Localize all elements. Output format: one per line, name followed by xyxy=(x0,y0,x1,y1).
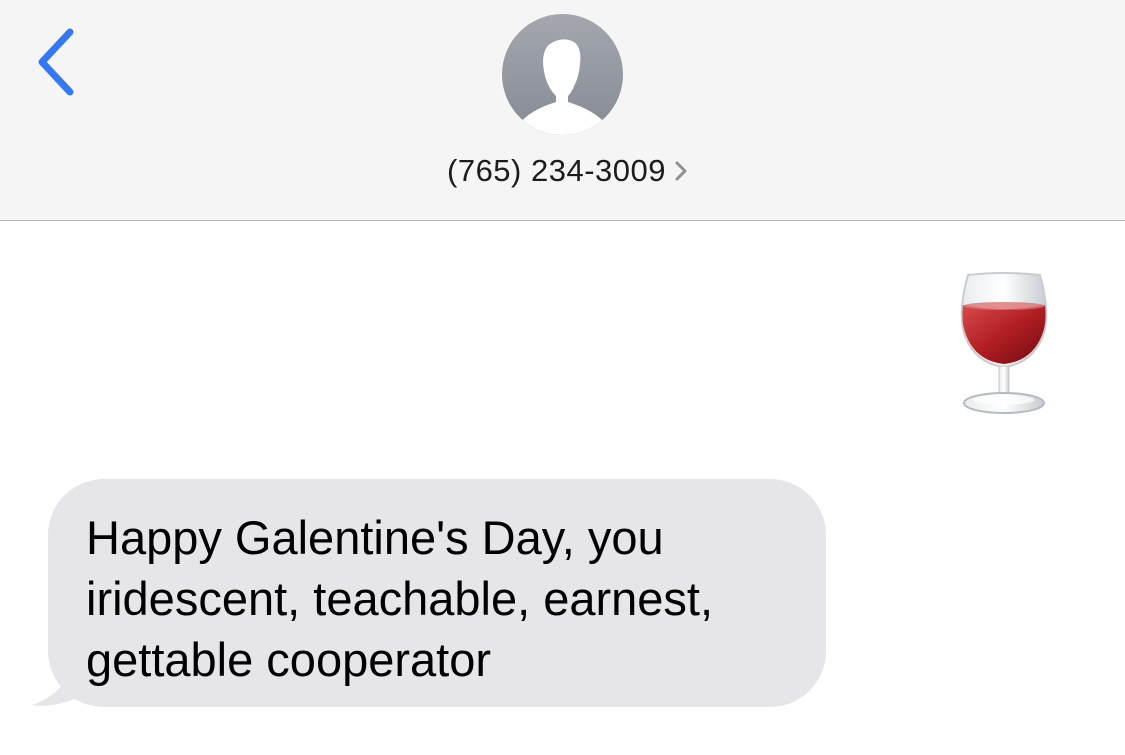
message-text-line: gettable cooperator xyxy=(86,633,492,686)
avatar[interactable] xyxy=(502,14,623,135)
incoming-message-bubble[interactable]: Happy Galentine's Day, you iridescent, t… xyxy=(48,479,826,707)
outgoing-emoji-message[interactable] xyxy=(958,271,1050,421)
chevron-left-icon xyxy=(38,28,74,96)
message-thread: Happy Galentine's Day, you iridescent, t… xyxy=(0,221,1125,755)
message-text-line: Happy Galentine's Day, you xyxy=(86,511,664,564)
chevron-right-icon xyxy=(675,161,687,181)
contact-details-link[interactable]: (765) 234-3009 xyxy=(0,148,1125,194)
back-button[interactable] xyxy=(26,22,86,102)
person-silhouette-icon xyxy=(519,39,606,135)
message-text-line: iridescent, teachable, earnest, xyxy=(86,572,714,625)
wine-glass-emoji xyxy=(960,272,1048,414)
contact-name: (765) 234-3009 xyxy=(447,153,666,188)
conversation-header: (765) 234-3009 xyxy=(0,0,1125,221)
